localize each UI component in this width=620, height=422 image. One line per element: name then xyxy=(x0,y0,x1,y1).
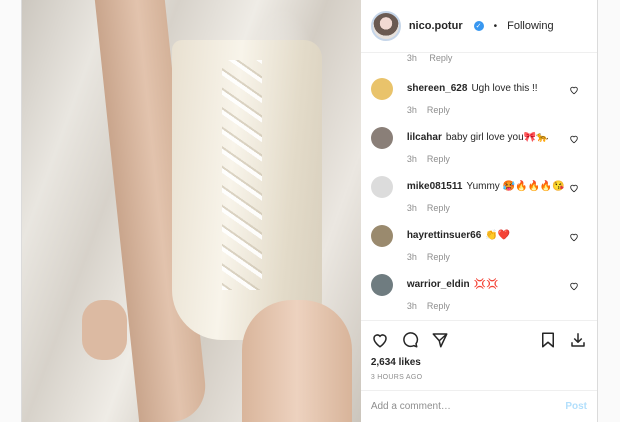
commenter-avatar[interactable] xyxy=(370,274,393,296)
like-comment-heart-icon[interactable] xyxy=(569,85,579,95)
comment-time: 3h xyxy=(406,252,417,262)
comment-text: 👏❤️ xyxy=(485,230,511,241)
comment-time: 3h xyxy=(406,154,417,164)
post-actions: 2,634 likes 3 HOURS AGO xyxy=(360,320,597,390)
reply-button[interactable]: Reply xyxy=(427,252,450,262)
reply-button[interactable]: Reply xyxy=(427,154,450,164)
commenter-username[interactable]: mike081511 xyxy=(407,181,463,192)
post-photo[interactable] xyxy=(22,0,361,422)
commenter-username[interactable]: hayrettinsuer66 xyxy=(407,230,481,241)
add-comment-bar: Post xyxy=(360,390,597,422)
share-paper-plane-icon[interactable] xyxy=(431,331,449,349)
commenter-avatar[interactable] xyxy=(370,78,393,100)
separator-dot: • xyxy=(493,20,498,32)
post-timestamp: 3 HOURS AGO xyxy=(370,374,423,381)
comment-time: 3h xyxy=(406,301,417,311)
comment-time: 3h xyxy=(406,203,417,213)
like-comment-heart-icon[interactable] xyxy=(569,281,579,291)
comment-item: lilcahar baby girl love you🎀🐆 3h Reply xyxy=(370,127,587,167)
author-avatar[interactable] xyxy=(370,11,401,41)
post-container: nico.potur ✓ • Following 3h Reply sheree… xyxy=(21,0,598,422)
comment-input[interactable] xyxy=(370,401,566,412)
reply-button[interactable]: Reply xyxy=(427,105,450,115)
reply-button[interactable]: Reply xyxy=(427,301,450,311)
comment-bubble-icon[interactable] xyxy=(401,331,419,349)
photo-hand xyxy=(82,300,127,360)
caption-reply-button[interactable]: Reply xyxy=(429,53,452,63)
comment-text: 💢💢 xyxy=(473,279,499,290)
verified-badge-icon: ✓ xyxy=(473,21,484,31)
comment-text: Ugh love this !! xyxy=(471,83,538,94)
like-comment-heart-icon[interactable] xyxy=(569,134,579,144)
download-icon[interactable] xyxy=(569,331,587,349)
commenter-avatar[interactable] xyxy=(370,176,393,198)
caption-meta: 3h Reply xyxy=(407,53,463,63)
commenter-username[interactable]: lilcahar xyxy=(407,132,442,143)
author-username[interactable]: nico.potur xyxy=(409,20,463,32)
commenter-username[interactable]: warrior_eldin xyxy=(407,279,470,290)
comments-list[interactable]: 3h Reply shereen_628 Ugh love this !! 3h R… xyxy=(361,53,597,320)
reply-button[interactable]: Reply xyxy=(427,203,450,213)
comment-text: baby girl love you🎀🐆 xyxy=(445,132,549,143)
like-comment-heart-icon[interactable] xyxy=(569,183,579,193)
photo-leg xyxy=(242,300,352,422)
comment-item: shereen_628 Ugh love this !! 3h Reply xyxy=(370,78,587,118)
commenter-avatar[interactable] xyxy=(370,127,393,149)
commenter-avatar[interactable] xyxy=(370,225,393,247)
comment-item: mike081511 Yummy 🥵🔥🔥🔥😘 3h Reply xyxy=(370,176,587,216)
save-bookmark-icon[interactable] xyxy=(539,331,557,349)
comment-item: warrior_eldin 💢💢 3h Reply xyxy=(370,274,587,314)
photo-lacing xyxy=(222,60,262,290)
following-button[interactable]: Following xyxy=(507,20,553,32)
caption-time: 3h xyxy=(406,53,417,63)
post-sidebar: nico.potur ✓ • Following 3h Reply sheree… xyxy=(360,0,597,422)
likes-count[interactable]: 2,634 likes xyxy=(371,357,587,368)
comment-time: 3h xyxy=(406,105,417,115)
like-heart-icon[interactable] xyxy=(371,331,389,349)
like-comment-heart-icon[interactable] xyxy=(569,232,579,242)
post-comment-button[interactable]: Post xyxy=(565,401,587,412)
comment-item: hayrettinsuer66 👏❤️ 3h Reply xyxy=(370,225,587,265)
comment-text: Yummy 🥵🔥🔥🔥😘 xyxy=(466,181,565,192)
post-header: nico.potur ✓ • Following xyxy=(360,0,597,53)
commenter-username[interactable]: shereen_628 xyxy=(407,83,468,94)
